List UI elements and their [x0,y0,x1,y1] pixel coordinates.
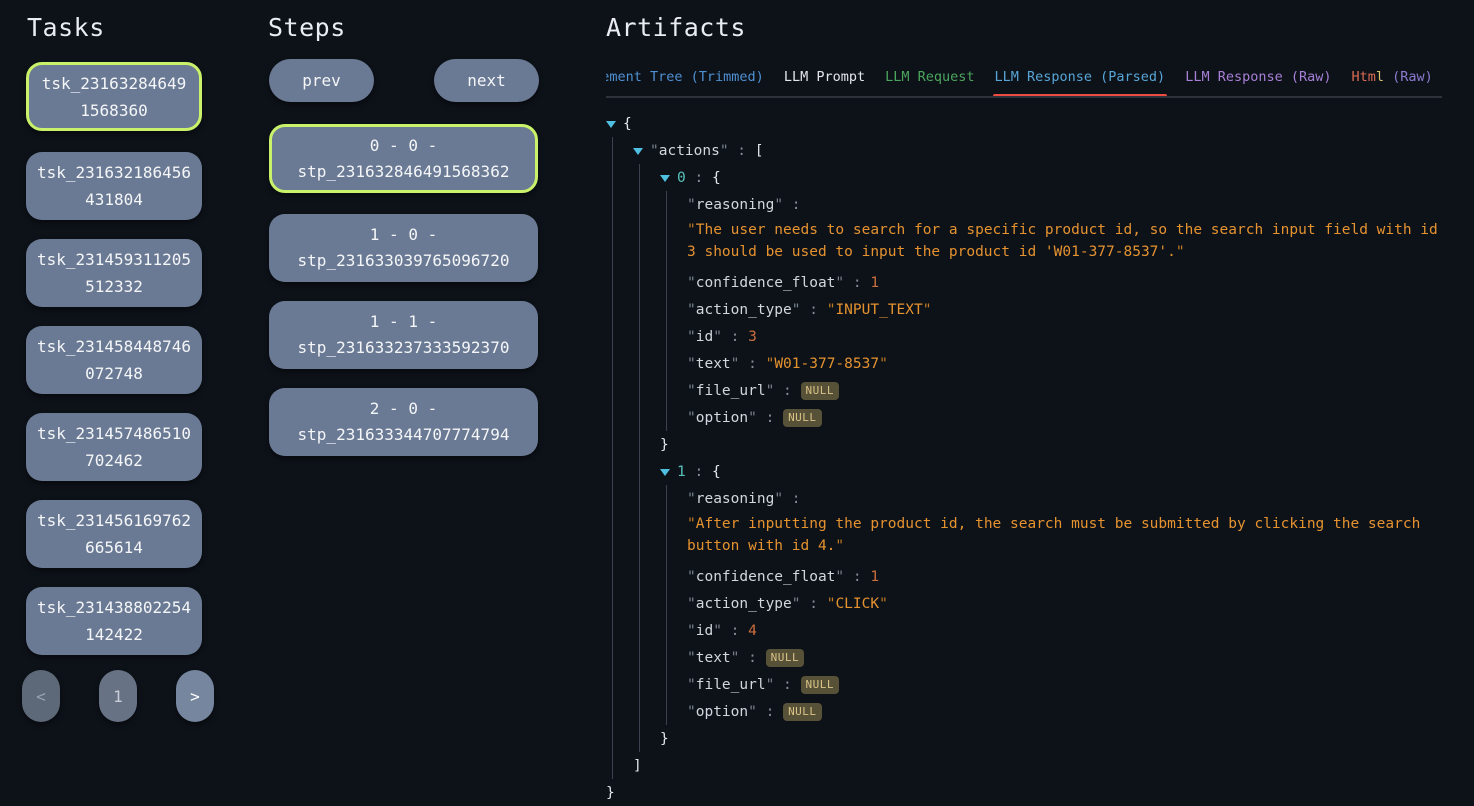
step-nav: prev next [269,59,539,102]
json-row: "file_url" : NULL [687,377,1442,404]
json-children: "reasoning" : "After inputting the produ… [666,485,1442,725]
prev-button[interactable]: prev [269,59,374,102]
tab-bar: Element Tree (Trimmed) LLM Prompt LLM Requ… [606,68,1442,98]
tab-llm-prompt[interactable]: LLM Prompt [784,68,865,87]
json-row: ] [633,752,1442,779]
collapse-toggle-icon[interactable] [660,469,670,476]
next-button[interactable]: next [434,59,539,102]
step-button[interactable]: 1 - 1 - stp_231633237333592370 [269,301,538,369]
json-row: "option" : NULL [687,698,1442,725]
app: { "tasks": { "title": "Tasks", "items": … [0,0,1474,800]
json-viewer: {"actions" : [0 : {"reasoning" : "The us… [606,110,1442,806]
json-row: { [606,110,1442,137]
json-node: {"actions" : [0 : {"reasoning" : "The us… [606,110,1442,806]
json-row: } [660,431,1442,458]
json-row: "file_url" : NULL [687,671,1442,698]
artifacts-panel: Artifacts Element Tree (Trimmed) LLM Prom… [606,0,1442,806]
page-prev-button[interactable]: < [22,670,60,722]
json-children: "actions" : [0 : {"reasoning" : "The use… [612,137,1442,779]
collapse-toggle-icon[interactable] [633,148,643,155]
task-button[interactable]: tsk_231438802254142422 [26,587,202,655]
json-row: "reasoning" : "The user needs to search … [687,191,1442,263]
task-button[interactable]: tsk_231456169762665614 [26,500,202,568]
tab-llm-request[interactable]: LLM Request [885,68,974,87]
json-row: "action_type" : "INPUT_TEXT" [687,296,1442,323]
json-node: 0 : {"reasoning" : "The user needs to se… [660,164,1442,458]
json-row: "text" : NULL [687,644,1442,671]
task-button[interactable]: tsk_231632846491568360 [26,62,202,131]
tasks-title: Tasks [27,14,202,41]
json-row: "text" : "W01-377-8537" [687,350,1442,377]
json-row: "action_type" : "CLICK" [687,590,1442,617]
steps-title: Steps [268,14,539,41]
json-row: "id" : 3 [687,323,1442,350]
json-row: 1 : { [660,458,1442,485]
json-row: "actions" : [ [633,137,1442,164]
task-button[interactable]: tsk_231457486510702462 [26,413,202,481]
tab-llm-response-raw[interactable]: LLM Response (Raw) [1185,68,1331,87]
pagination: < 1 > [22,670,214,722]
collapse-toggle-icon[interactable] [660,175,670,182]
tasks-panel: Tasks tsk_231632846491568360 tsk_23163218… [26,0,202,674]
json-row: "option" : NULL [687,404,1442,431]
tab-element-tree-trimmed[interactable]: Element Tree (Trimmed) [606,68,764,87]
tab-llm-response-parsed[interactable]: LLM Response (Parsed) [995,68,1166,87]
json-row: } [660,725,1442,752]
json-children: "reasoning" : "The user needs to search … [666,191,1442,431]
step-button[interactable]: 0 - 0 - stp_231632846491568362 [269,124,538,193]
json-row: "id" : 4 [687,617,1442,644]
page-next-button[interactable]: > [176,670,214,722]
task-button[interactable]: tsk_231632186456431804 [26,152,202,220]
json-row: "reasoning" : "After inputting the produ… [687,485,1442,557]
steps-panel: Steps prev next 0 - 0 - stp_231632846491… [269,0,539,475]
json-node: "actions" : [0 : {"reasoning" : "The use… [633,137,1442,779]
json-row: 0 : { [660,164,1442,191]
json-row: "reasoning" : [687,485,1442,512]
json-row: } [606,779,1442,806]
step-list: 0 - 0 - stp_231632846491568362 1 - 0 - st… [269,124,539,456]
page-number-button[interactable]: 1 [99,670,137,722]
task-button[interactable]: tsk_231458448746072748 [26,326,202,394]
collapse-toggle-icon[interactable] [606,121,616,128]
json-row: "confidence_float" : 1 [687,563,1442,590]
json-string-value: "The user needs to search for a specific… [687,219,1442,263]
json-string-value: "After inputting the product id, the sea… [687,513,1442,557]
task-button[interactable]: tsk_231459311205512332 [26,239,202,307]
artifacts-title: Artifacts [606,14,1442,41]
tab-html-raw[interactable]: Html (Raw) [1352,68,1433,87]
json-node: 1 : {"reasoning" : "After inputting the … [660,458,1442,752]
json-children: 0 : {"reasoning" : "The user needs to se… [639,164,1442,752]
step-button[interactable]: 2 - 0 - stp_231633344707774794 [269,388,538,456]
json-row: "confidence_float" : 1 [687,269,1442,296]
json-row: "reasoning" : [687,191,1442,218]
task-list: tsk_231632846491568360 tsk_23163218645643… [26,62,202,655]
step-button[interactable]: 1 - 0 - stp_231633039765096720 [269,214,538,282]
